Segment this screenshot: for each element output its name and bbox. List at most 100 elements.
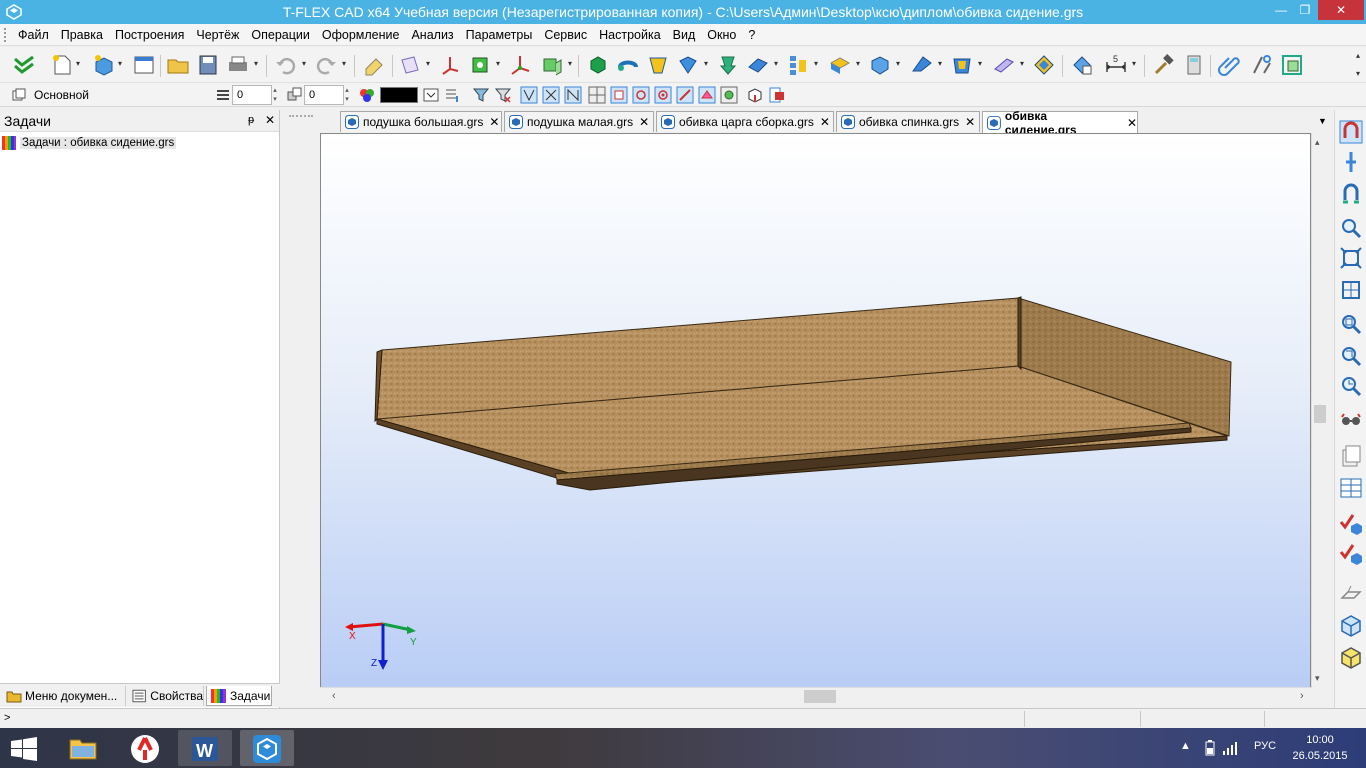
- profile-dropdown[interactable]: ▾: [496, 60, 502, 68]
- print-icon[interactable]: [226, 53, 250, 77]
- dimension-dropdown[interactable]: ▾: [1132, 60, 1138, 68]
- template-window-icon[interactable]: [132, 53, 156, 77]
- zoom-dynamic-icon[interactable]: [1339, 374, 1363, 398]
- tray-expand-icon[interactable]: ▲: [1180, 740, 1191, 752]
- menu-settings[interactable]: Настройка: [593, 24, 667, 46]
- zoom-previous-icon[interactable]: [1339, 344, 1363, 368]
- spiral-icon[interactable]: [716, 53, 740, 77]
- shaded-cube-icon[interactable]: [1339, 646, 1363, 670]
- select-vertex-icon[interactable]: [654, 86, 672, 104]
- extrusion-icon[interactable]: [586, 53, 610, 77]
- smoothing-icon[interactable]: [868, 53, 892, 77]
- axes-icon[interactable]: [508, 53, 532, 77]
- select-loop-icon[interactable]: [632, 86, 650, 104]
- new-3d-dropdown[interactable]: ▾: [118, 60, 124, 68]
- hammer-icon[interactable]: [1152, 53, 1176, 77]
- coordinate-system-icon[interactable]: [438, 53, 462, 77]
- zoom-all-icon[interactable]: [1339, 278, 1363, 302]
- panel-close-icon[interactable]: ✕: [265, 113, 277, 127]
- zoom-window-icon[interactable]: [1339, 216, 1363, 240]
- select-fragment-icon[interactable]: [768, 86, 786, 104]
- clock[interactable]: 10:00 26.05.2015: [1290, 732, 1350, 764]
- menu-parameters[interactable]: Параметры: [460, 24, 539, 46]
- 3d-viewport[interactable]: X Y Z: [320, 133, 1311, 688]
- thin-wall-dropdown[interactable]: ▾: [938, 60, 944, 68]
- undo-icon[interactable]: [274, 53, 298, 77]
- snap-edges-icon[interactable]: [542, 86, 560, 104]
- sheet-metal-icon[interactable]: [992, 53, 1016, 77]
- language-indicator[interactable]: РУС: [1254, 740, 1276, 752]
- menu-operations[interactable]: Операции: [245, 24, 315, 46]
- tab-podushka-bolshaya[interactable]: подушка большая.grs ✕: [340, 111, 502, 132]
- check-body-icon[interactable]: [1339, 512, 1363, 536]
- view-dropdown-icon[interactable]: [422, 86, 440, 104]
- loft-icon[interactable]: [646, 53, 670, 77]
- dock-grip[interactable]: [289, 115, 313, 117]
- profile-icon[interactable]: [468, 53, 492, 77]
- rotation-icon[interactable]: [616, 53, 640, 77]
- snap-faces-icon[interactable]: [564, 86, 582, 104]
- array-icon[interactable]: [786, 53, 810, 77]
- snap-magnet-icon[interactable]: [1339, 120, 1363, 144]
- horizontal-scrollbar[interactable]: ‹ ›: [320, 687, 1311, 704]
- tab-close-icon[interactable]: ✕: [489, 115, 499, 129]
- parts-icon[interactable]: [1280, 53, 1304, 77]
- tab-close-icon[interactable]: ✕: [1127, 116, 1137, 130]
- tab-close-icon[interactable]: ✕: [965, 115, 975, 129]
- double-check-icon[interactable]: [12, 53, 36, 77]
- color-swatch[interactable]: [380, 87, 418, 103]
- select-operation-icon[interactable]: [720, 86, 738, 104]
- tab-close-icon[interactable]: ✕: [639, 115, 649, 129]
- menu-view[interactable]: Вид: [667, 24, 702, 46]
- zoom-in-icon[interactable]: [1339, 312, 1363, 336]
- shell-icon[interactable]: [950, 53, 974, 77]
- undo-dropdown[interactable]: ▾: [302, 60, 308, 68]
- scroll-down-arrow[interactable]: ▾: [1315, 673, 1325, 683]
- save-icon[interactable]: [196, 53, 220, 77]
- side-panel-edge[interactable]: [1017, 296, 1022, 371]
- redo-dropdown[interactable]: ▾: [342, 60, 348, 68]
- tab-obivka-sidenie[interactable]: обивка сидение.grs ✕: [982, 109, 1138, 137]
- menu-edit[interactable]: Правка: [55, 24, 109, 46]
- tab-document-menu[interactable]: Меню докумен...: [2, 686, 126, 706]
- snap-magnet-2-icon[interactable]: [1339, 182, 1363, 206]
- boolean-icon[interactable]: [828, 53, 852, 77]
- close-button[interactable]: ✕: [1318, 0, 1364, 20]
- priority-input[interactable]: 0: [304, 85, 344, 105]
- variables-icon[interactable]: [1250, 53, 1274, 77]
- eraser-icon[interactable]: [362, 53, 386, 77]
- tab-properties[interactable]: Свойства: [128, 686, 204, 706]
- plane-section-icon[interactable]: [1339, 580, 1363, 604]
- pages-icon[interactable]: [1339, 444, 1363, 468]
- tab-tasks[interactable]: Задачи: [206, 686, 272, 706]
- snap-grid-icon[interactable]: [588, 86, 606, 104]
- scroll-up-arrow[interactable]: ▴: [1315, 137, 1325, 147]
- command-prompt[interactable]: >: [4, 712, 10, 724]
- level-spinner[interactable]: ▴ ▾: [270, 86, 280, 104]
- pin-icon[interactable]: ᵽ: [248, 114, 260, 128]
- layer-name[interactable]: Основной: [34, 88, 89, 102]
- taskbar-file-explorer[interactable]: [56, 730, 110, 766]
- tab-close-icon[interactable]: ✕: [820, 115, 830, 129]
- tab-obivka-spinka[interactable]: обивка спинка.grs ✕: [836, 111, 980, 132]
- menu-drawing[interactable]: Чертёж: [190, 24, 245, 46]
- vertical-scroll-thumb[interactable]: [1314, 405, 1326, 423]
- 3d-node-dropdown[interactable]: ▾: [568, 60, 574, 68]
- dimension-icon[interactable]: 5: [1104, 53, 1128, 77]
- calculator-icon[interactable]: [1182, 53, 1206, 77]
- sweep-icon[interactable]: [676, 53, 700, 77]
- filter-reset-icon[interactable]: [494, 86, 512, 104]
- boolean-dropdown[interactable]: ▾: [856, 60, 862, 68]
- pin-object-icon[interactable]: [1339, 150, 1363, 174]
- menu-file[interactable]: Файл: [12, 24, 55, 46]
- smoothing-dropdown[interactable]: ▾: [896, 60, 902, 68]
- tab-podushka-malaya[interactable]: подушка малая.grs ✕: [504, 111, 654, 132]
- menu-service[interactable]: Сервис: [538, 24, 593, 46]
- glasses-icon[interactable]: [1339, 408, 1363, 432]
- workplane-dropdown[interactable]: ▾: [426, 60, 432, 68]
- print-dropdown[interactable]: ▾: [254, 60, 260, 68]
- view-cube-icon[interactable]: [1339, 614, 1363, 638]
- hide-show-icon[interactable]: [1070, 53, 1094, 77]
- paperclip-icon[interactable]: [1218, 53, 1242, 77]
- color-palette-icon[interactable]: [358, 86, 376, 104]
